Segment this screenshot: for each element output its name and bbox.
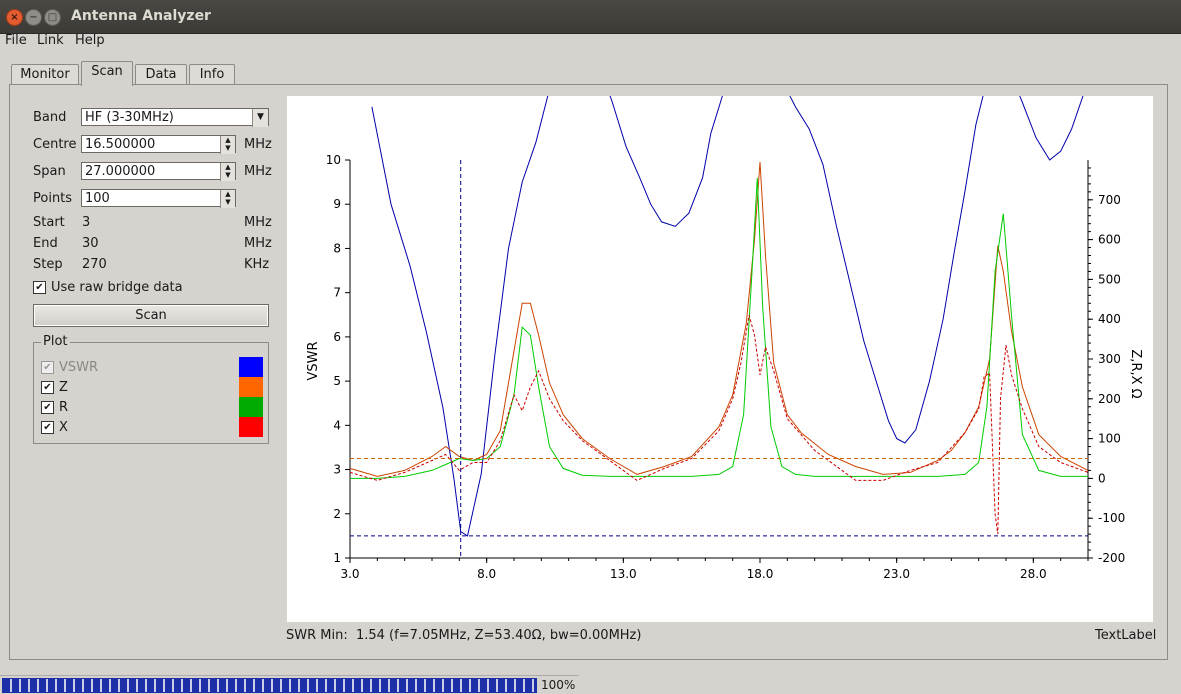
vswr-label: VSWR xyxy=(59,360,99,375)
span-stepper[interactable]: ▲ ▼ xyxy=(220,163,235,181)
y-left-tick-label: 10 xyxy=(326,153,341,167)
series-line-vswr xyxy=(371,96,1084,537)
x-tick-label: 3.0 xyxy=(340,567,359,581)
band-value: HF (3-30MHz) xyxy=(85,110,174,125)
centre-unit: MHz xyxy=(244,137,272,152)
y-left-tick-label: 4 xyxy=(333,418,341,432)
menu-link[interactable]: Link xyxy=(37,33,64,48)
x-tick-label: 13.0 xyxy=(610,567,637,581)
swr-min-status: SWR Min: 1.54 (f=7.05MHz, Z=53.40Ω, bw=0… xyxy=(286,628,641,643)
y-right-tick-label: 700 xyxy=(1098,193,1121,207)
title-bar: × − □ Antenna Analyzer xyxy=(0,0,1181,34)
window-title: Antenna Analyzer xyxy=(71,8,211,24)
y-left-tick-label: 8 xyxy=(333,241,341,255)
x-tick-label: 23.0 xyxy=(883,567,910,581)
y-left-tick-label: 3 xyxy=(333,463,341,477)
vswr-checkbox: ✔ xyxy=(41,361,54,374)
band-select[interactable]: HF (3-30MHz) ▼ xyxy=(81,108,269,127)
scan-chart[interactable]: 3.0 8.0 13.0 18.0 23.0 28.0 1 2 3 4 5 6 7 8 9 10 -200 -10… xyxy=(287,96,1153,622)
series-line-x xyxy=(349,315,1089,535)
scan-button[interactable]: Scan xyxy=(33,304,269,327)
end-value: 30 xyxy=(82,236,99,251)
y-right-tick-label: -100 xyxy=(1098,511,1125,525)
vswr-color-swatch[interactable] xyxy=(239,357,263,377)
span-label: Span xyxy=(33,164,66,179)
scan-progress-bar xyxy=(2,678,537,693)
progress-percent: 100% xyxy=(541,678,576,692)
y-right-tick-label: 300 xyxy=(1098,352,1121,366)
points-value: 100 xyxy=(85,191,110,206)
tab-monitor[interactable]: Monitor xyxy=(11,64,79,85)
tab-scan[interactable]: Scan xyxy=(81,61,133,86)
z-label: Z xyxy=(59,380,68,395)
span-input[interactable]: 27.000000 ▲ ▼ xyxy=(81,162,236,181)
end-unit: MHz xyxy=(244,236,272,251)
r-label: R xyxy=(59,400,69,415)
text-label: TextLabel xyxy=(1095,628,1157,643)
chart-series xyxy=(349,96,1089,558)
step-label: Step xyxy=(33,257,63,272)
centre-stepper[interactable]: ▲ ▼ xyxy=(220,136,235,154)
swr-min-label: SWR Min: xyxy=(286,628,348,643)
y-left-tick-label: 6 xyxy=(333,330,341,344)
raw-bridge-checkbox[interactable]: ✔ xyxy=(33,281,46,294)
plot-group xyxy=(33,342,269,444)
swr-min-value: 1.54 (f=7.05MHz, Z=53.40Ω, bw=0.00MHz) xyxy=(355,628,642,643)
progress-area: 100% xyxy=(0,675,579,694)
centre-label: Centre xyxy=(33,137,77,152)
plot-group-title: Plot xyxy=(41,334,70,349)
y-right-tick-label: 600 xyxy=(1098,233,1121,247)
chevron-down-icon[interactable]: ▼ xyxy=(252,109,268,127)
y-axis-left-label: VSWR xyxy=(306,341,321,380)
r-checkbox[interactable]: ✔ xyxy=(41,401,54,414)
menu-file[interactable]: File xyxy=(5,33,27,48)
z-color-swatch[interactable] xyxy=(239,377,263,397)
y-left-tick-label: 1 xyxy=(333,551,341,565)
points-label: Points xyxy=(33,191,73,206)
points-stepper[interactable]: ▲ ▼ xyxy=(220,190,235,208)
tab-info[interactable]: Info xyxy=(189,64,235,85)
band-label: Band xyxy=(33,110,67,125)
end-label: End xyxy=(33,236,58,251)
y-left-tick-label: 5 xyxy=(333,374,341,388)
chart-axes: 3.0 8.0 13.0 18.0 23.0 28.0 1 2 3 4 5 6 7 8 9 10 -200 -10… xyxy=(326,153,1126,581)
menu-help[interactable]: Help xyxy=(75,33,105,48)
points-input[interactable]: 100 ▲ ▼ xyxy=(81,189,236,208)
y-right-tick-label: 400 xyxy=(1098,312,1121,326)
minimize-window-button[interactable]: − xyxy=(25,9,42,26)
close-window-button[interactable]: × xyxy=(6,9,23,26)
x-color-swatch[interactable] xyxy=(239,417,263,437)
x-tick-label: 18.0 xyxy=(747,567,774,581)
z-checkbox[interactable]: ✔ xyxy=(41,381,54,394)
y-left-tick-label: 7 xyxy=(333,286,341,300)
x-tick-label: 8.0 xyxy=(477,567,496,581)
y-right-tick-label: 100 xyxy=(1098,432,1121,446)
raw-bridge-label: Use raw bridge data xyxy=(51,280,183,295)
start-unit: MHz xyxy=(244,215,272,230)
span-value: 27.000000 xyxy=(85,164,156,179)
r-color-swatch[interactable] xyxy=(239,397,263,417)
x-label: X xyxy=(59,420,68,435)
menu-bar: File Link Help xyxy=(0,31,1181,51)
start-label: Start xyxy=(33,215,65,230)
chart-svg: 3.0 8.0 13.0 18.0 23.0 28.0 1 2 3 4 5 6 7 8 9 10 -200 -10… xyxy=(306,96,1143,581)
y-left-tick-label: 2 xyxy=(333,507,341,521)
y-left-tick-label: 9 xyxy=(333,197,341,211)
step-unit: KHz xyxy=(244,257,270,272)
y-axis-right-label: Z,R,X Ω xyxy=(1128,349,1143,398)
start-value: 3 xyxy=(82,215,91,230)
y-right-tick-label: -200 xyxy=(1098,551,1125,565)
step-value: 270 xyxy=(82,257,107,272)
x-tick-label: 28.0 xyxy=(1020,567,1047,581)
span-unit: MHz xyxy=(244,164,272,179)
centre-value: 16.500000 xyxy=(85,137,156,152)
maximize-window-button[interactable]: □ xyxy=(44,9,61,26)
y-right-tick-label: 500 xyxy=(1098,272,1121,286)
y-right-tick-label: 0 xyxy=(1098,471,1106,485)
x-checkbox[interactable]: ✔ xyxy=(41,421,54,434)
tab-data[interactable]: Data xyxy=(135,64,187,85)
centre-input[interactable]: 16.500000 ▲ ▼ xyxy=(81,135,236,154)
y-right-tick-label: 200 xyxy=(1098,392,1121,406)
